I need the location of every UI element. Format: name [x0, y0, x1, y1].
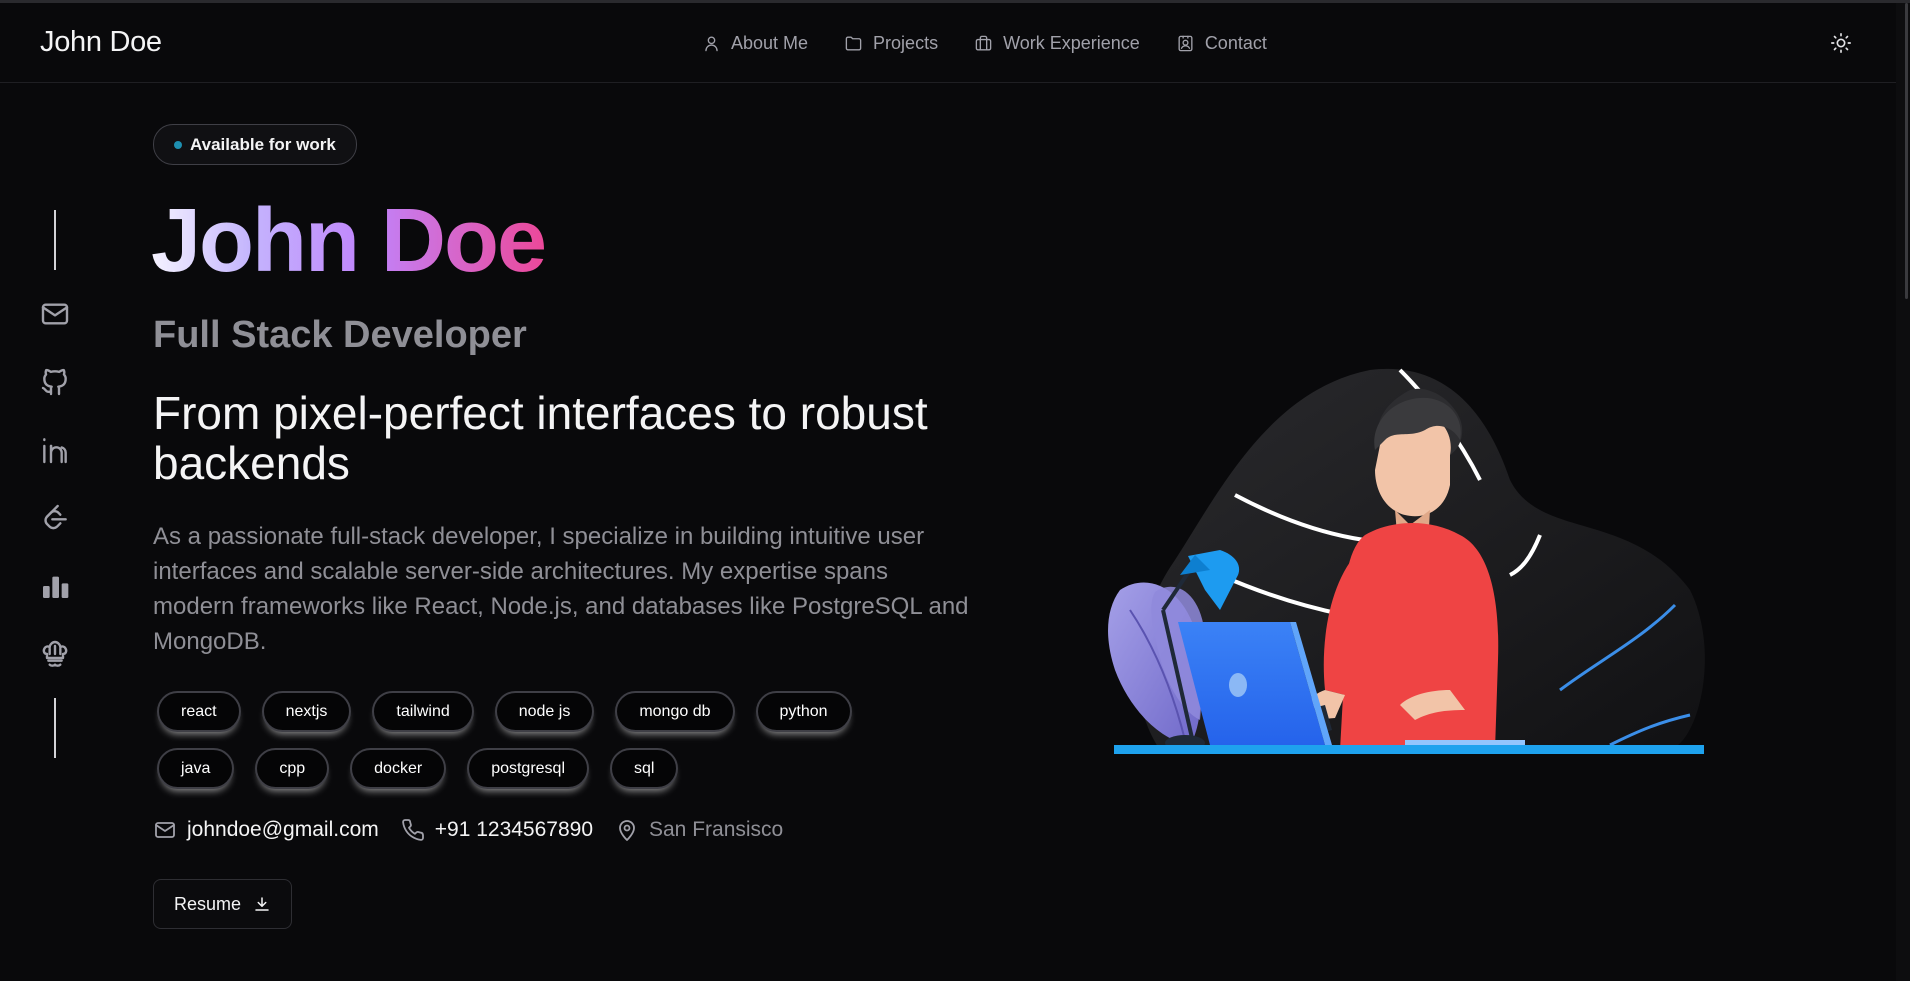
phone-icon — [401, 819, 424, 841]
hero-name: John Doe — [151, 186, 547, 296]
nav-about-me[interactable]: About Me — [702, 33, 808, 54]
skill-tag: python — [755, 691, 852, 732]
social-sidebar — [36, 210, 74, 758]
hero-role: Full Stack Developer — [153, 314, 527, 356]
status-dot — [174, 140, 182, 149]
theme-toggle-button[interactable] — [1830, 32, 1852, 54]
nav-about-me-label: About Me — [731, 32, 809, 53]
bar-chart-icon — [43, 576, 69, 598]
skill-tag: node js — [494, 691, 595, 732]
sidebar-stats-link[interactable] — [39, 570, 71, 602]
hero-headline: From pixel-perfect interfaces to robust … — [153, 387, 928, 489]
contact-phone-text: +91 1234567890 — [434, 818, 593, 841]
leetcode-icon — [44, 504, 67, 530]
skill-tag: java — [157, 748, 235, 789]
main-nav: About Me Projects Work Experience Contac… — [702, 3, 1267, 83]
nav-contact-label: Contact — [1204, 32, 1267, 53]
contact-location: San Fransisco — [615, 818, 783, 842]
skill-tag: nextjs — [261, 691, 352, 732]
sidebar-divider-top — [54, 210, 56, 270]
mail-icon — [41, 303, 69, 325]
map-pin-icon — [619, 820, 635, 841]
contact-row: johndoe@gmail.com +91 1234567890 San Fra… — [153, 818, 783, 842]
contact-card-icon — [1178, 35, 1193, 51]
download-icon — [255, 897, 269, 911]
sidebar-divider-bottom — [54, 698, 56, 758]
skill-tag: tailwind — [372, 691, 474, 732]
developer-illustration — [1108, 368, 1705, 754]
contact-email-text: johndoe@gmail.com — [187, 818, 379, 841]
sidebar-github-link[interactable] — [39, 366, 71, 398]
nav-contact[interactable]: Contact — [1176, 33, 1267, 54]
mail-icon — [155, 822, 175, 838]
sidebar-codechef-link[interactable] — [39, 638, 71, 670]
nav-projects-label: Projects — [873, 32, 939, 53]
contact-phone[interactable]: +91 1234567890 — [401, 818, 593, 842]
skill-tag: cpp — [255, 748, 330, 789]
contact-location-text: San Fransisco — [649, 818, 784, 841]
linkedin-icon — [43, 438, 67, 464]
nav-projects[interactable]: Projects — [844, 33, 938, 54]
site-header: John Doe About Me Projects Work Experien… — [0, 3, 1896, 83]
sidebar-linkedin-link[interactable] — [39, 434, 71, 466]
hero-description: As a passionate full-stack developer, I … — [153, 523, 969, 655]
scrollbar-thumb[interactable] — [1905, 3, 1908, 299]
brand-logo[interactable]: John Doe — [40, 26, 162, 59]
skills-list: react nextjs tailwind node js mongo db p… — [157, 691, 917, 789]
codechef-icon — [42, 640, 68, 667]
user-icon — [705, 35, 718, 51]
skill-tag: mongo db — [615, 691, 735, 732]
availability-label: Available for work — [190, 134, 336, 154]
skill-tag: docker — [350, 748, 447, 789]
folder-icon — [845, 35, 862, 51]
briefcase-icon — [975, 35, 992, 51]
contact-email[interactable]: johndoe@gmail.com — [153, 818, 379, 842]
skill-tag: sql — [610, 748, 679, 789]
nav-work-experience-label: Work Experience — [1003, 32, 1140, 53]
sidebar-mail-link[interactable] — [39, 298, 71, 330]
resume-label: Resume — [173, 893, 242, 914]
availability-badge: Available for work — [153, 124, 357, 165]
sidebar-leetcode-link[interactable] — [39, 502, 71, 534]
skill-tag: react — [157, 691, 241, 732]
skill-tag: postgresql — [467, 748, 590, 789]
resume-download-button[interactable]: Resume — [153, 879, 292, 929]
github-icon — [41, 368, 67, 396]
nav-work-experience[interactable]: Work Experience — [974, 33, 1140, 54]
sun-icon — [1831, 33, 1851, 53]
